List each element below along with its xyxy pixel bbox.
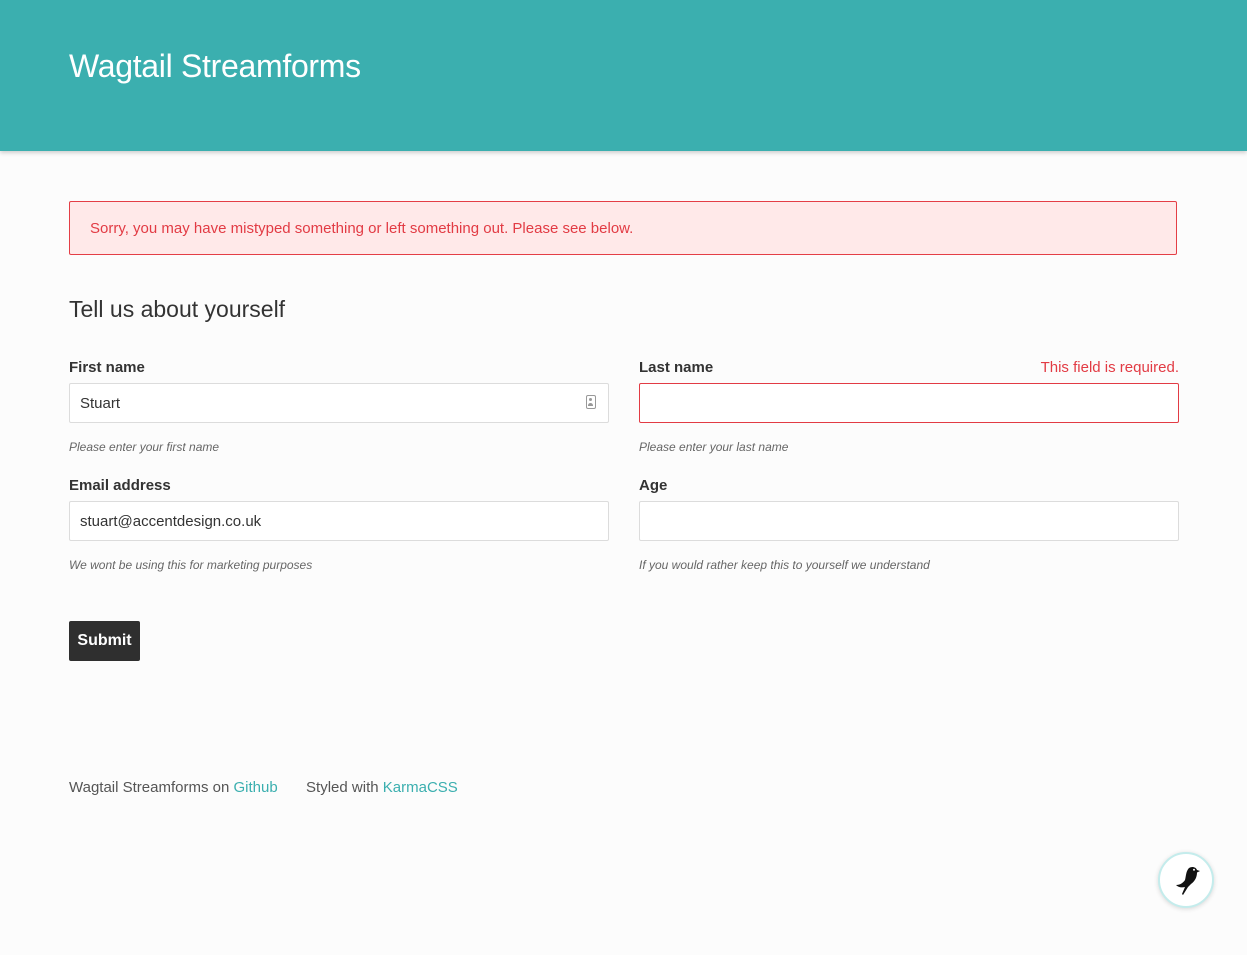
first-name-label: First name: [69, 359, 145, 376]
email-input[interactable]: [69, 501, 609, 541]
wagtail-userbar-button[interactable]: [1158, 852, 1214, 908]
email-field: Email address We wont be using this for …: [69, 477, 609, 577]
last-name-label: Last name: [639, 359, 714, 376]
wagtail-bird-icon: [1176, 866, 1200, 895]
error-alert: Sorry, you may have mistyped something o…: [69, 201, 1177, 255]
site-header: Wagtail Streamforms: [0, 0, 1247, 151]
age-field: Age If you would rather keep this to you…: [639, 477, 1179, 577]
form-heading: Tell us about yourself: [69, 296, 286, 322]
contact-card-icon[interactable]: [586, 395, 596, 409]
footer-styled-prefix: Styled with: [306, 779, 379, 796]
github-link[interactable]: Github: [234, 779, 278, 796]
footer-github-prefix: Wagtail Streamforms on: [69, 779, 230, 796]
age-help: If you would rather keep this to yoursel…: [639, 558, 930, 572]
submit-button[interactable]: Submit: [69, 621, 140, 661]
first-name-help: Please enter your first name: [69, 440, 220, 454]
first-name-input[interactable]: [69, 383, 609, 423]
karmacss-link[interactable]: KarmaCSS: [383, 779, 458, 796]
age-label: Age: [639, 477, 668, 494]
site-title: Wagtail Streamforms: [69, 48, 361, 84]
first-name-field: First name Please enter your first name: [69, 359, 609, 459]
email-help: We wont be using this for marketing purp…: [69, 558, 313, 572]
email-label: Email address: [69, 477, 171, 494]
site-footer: Wagtail Streamforms on Github Styled wit…: [69, 779, 458, 796]
last-name-field: Last name This field is required. Please…: [639, 359, 1179, 459]
error-alert-message: Sorry, you may have mistyped something o…: [90, 220, 634, 237]
age-input[interactable]: [639, 501, 1179, 541]
last-name-help: Please enter your last name: [639, 440, 789, 454]
last-name-input[interactable]: [639, 383, 1179, 423]
last-name-error: This field is required.: [1040, 359, 1179, 376]
